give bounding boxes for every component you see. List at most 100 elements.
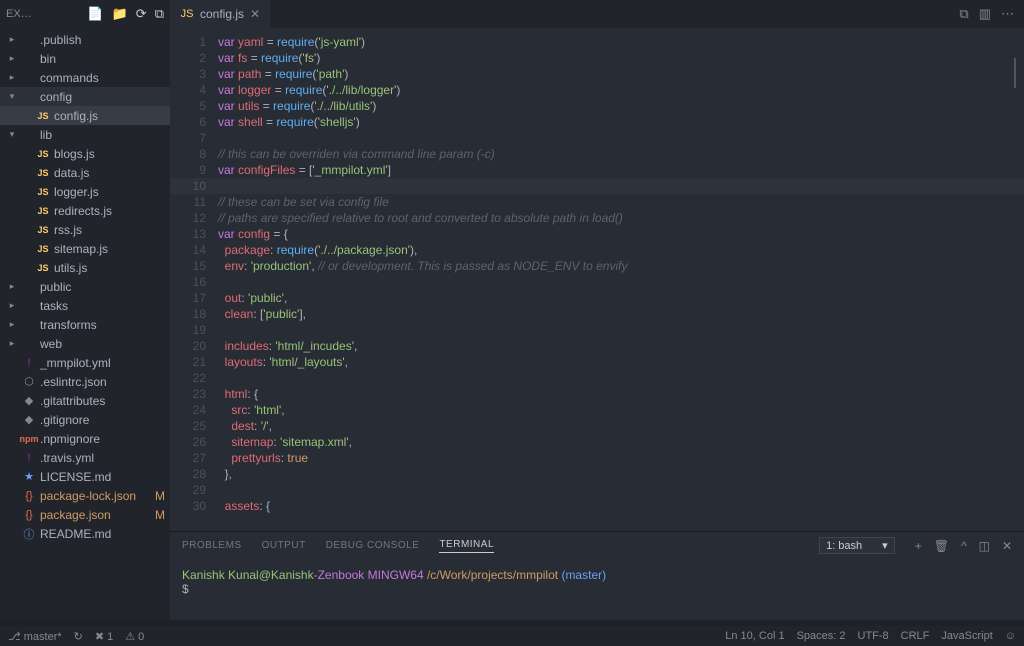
file-icon: ◆ <box>22 413 36 426</box>
cursor-position[interactable]: Ln 10, Col 1 <box>725 630 784 642</box>
file-icon: ★ <box>22 470 36 483</box>
tab-output[interactable]: OUTPUT <box>262 540 306 551</box>
new-file-icon[interactable]: 📄 <box>87 6 103 22</box>
tree-item[interactable]: ! .travis.yml <box>0 448 170 467</box>
git-status: M <box>154 508 166 522</box>
tree-label: lib <box>40 128 150 142</box>
tab-terminal[interactable]: TERMINAL <box>439 539 494 553</box>
tree-label: utils.js <box>54 261 150 275</box>
tree-item[interactable]: JS sitemap.js <box>0 239 170 258</box>
tree-label: config.js <box>54 109 150 123</box>
tree-item[interactable]: ▸bin <box>0 49 170 68</box>
more-actions-icon[interactable]: ⋯ <box>1001 6 1014 22</box>
tree-item[interactable]: ▾lib <box>0 125 170 144</box>
tree-label: web <box>40 337 150 351</box>
language-mode[interactable]: JavaScript <box>941 630 992 642</box>
tree-label: LICENSE.md <box>40 470 150 484</box>
chevron-icon: ▾ <box>6 91 18 102</box>
code-editor[interactable]: 1234567891011121314151617181920212223242… <box>170 28 1024 531</box>
tab-debug[interactable]: DEBUG CONSOLE <box>326 540 420 551</box>
file-icon: ! <box>22 452 36 464</box>
tree-item[interactable]: ▸public <box>0 277 170 296</box>
tree-label: tasks <box>40 299 150 313</box>
maximize-panel-icon[interactable]: ^ <box>961 539 967 553</box>
tree-item[interactable]: JSrss.js <box>0 220 170 239</box>
chevron-icon: ▸ <box>6 281 18 292</box>
eol[interactable]: CRLF <box>901 630 930 642</box>
close-icon[interactable]: ✕ <box>250 7 260 21</box>
tree-label: rss.js <box>54 223 150 237</box>
explorer-header: EX… 📄 📁 ⟳ ⧉ <box>0 0 170 28</box>
tree-item[interactable]: {}package.jsonM <box>0 505 170 524</box>
tree-item[interactable]: ⬡ .eslintrc.json <box>0 372 170 391</box>
tree-label: .publish <box>40 33 150 47</box>
compare-icon[interactable]: ⧉ <box>959 6 968 22</box>
tree-item[interactable]: ▾config <box>0 87 170 106</box>
git-status: M <box>154 489 166 503</box>
tree-item[interactable]: ▸ .publish <box>0 30 170 49</box>
kill-terminal-icon[interactable]: 🗑 <box>934 539 949 553</box>
git-branch[interactable]: ⎇ master* <box>8 630 62 643</box>
tree-item[interactable]: JS config.js <box>0 106 170 125</box>
tree-label: .gitignore <box>40 413 150 427</box>
line-gutter: 1234567891011121314151617181920212223242… <box>170 28 218 531</box>
tab-bar: JS config.js ✕ ⧉ ▥ ⋯ <box>170 0 1024 28</box>
feedback-icon[interactable]: ☺ <box>1005 630 1016 642</box>
tree-label: logger.js <box>54 185 150 199</box>
new-terminal-icon[interactable]: + <box>915 539 922 553</box>
terminal-panel: PROBLEMS OUTPUT DEBUG CONSOLE TERMINAL 1… <box>170 531 1024 620</box>
tree-label: package-lock.json <box>40 489 150 503</box>
tree-item[interactable]: !_mmpilot.yml <box>0 353 170 372</box>
tree-item[interactable]: JS logger.js <box>0 182 170 201</box>
terminal-body[interactable]: Kanishk Kunal@Kanishk-Zenbook MINGW64 /c… <box>170 560 1024 620</box>
tree-item[interactable]: ★ LICENSE.md <box>0 467 170 486</box>
tree-item[interactable]: JSdata.js <box>0 163 170 182</box>
chevron-icon: ▸ <box>6 300 18 311</box>
chevron-icon: ▸ <box>6 53 18 64</box>
file-icon: JS <box>36 149 50 159</box>
file-icon: npm <box>22 434 36 444</box>
split-terminal-icon[interactable]: ◫ <box>979 539 990 553</box>
tree-item[interactable]: {} package-lock.json M <box>0 486 170 505</box>
tree-item[interactable]: ▸ tasks <box>0 296 170 315</box>
tree-item[interactable]: JSutils.js <box>0 258 170 277</box>
file-icon: JS <box>36 187 50 197</box>
tree-item[interactable]: ◆.gitattributes <box>0 391 170 410</box>
split-editor-icon[interactable]: ▥ <box>979 6 991 22</box>
tree-item[interactable]: ▸commands <box>0 68 170 87</box>
code-content[interactable]: var yaml = require('js-yaml')var fs = re… <box>218 28 1024 531</box>
refresh-icon[interactable]: ⟳ <box>136 6 147 22</box>
errors-count[interactable]: ✖ 1 <box>95 630 113 643</box>
tab-problems[interactable]: PROBLEMS <box>182 540 242 551</box>
explorer-title: EX… <box>6 8 83 20</box>
tree-item[interactable]: ▸ web <box>0 334 170 353</box>
chevron-icon: ▸ <box>6 34 18 45</box>
tree-label: data.js <box>54 166 150 180</box>
js-file-icon: JS <box>180 8 194 20</box>
file-icon: ⬡ <box>22 375 36 388</box>
collapse-icon[interactable]: ⧉ <box>155 6 164 22</box>
file-icon: JS <box>36 111 50 121</box>
tree-label: sitemap.js <box>54 242 150 256</box>
tree-item[interactable]: JSredirects.js <box>0 201 170 220</box>
new-folder-icon[interactable]: 📁 <box>112 6 128 22</box>
tree-item[interactable]: ⓘREADME.md <box>0 524 170 543</box>
close-panel-icon[interactable]: ✕ <box>1002 539 1012 553</box>
file-icon: JS <box>36 244 50 254</box>
tree-item[interactable]: ◆ .gitignore <box>0 410 170 429</box>
tree-label: .eslintrc.json <box>40 375 150 389</box>
minimap-scroll[interactable] <box>1014 58 1016 88</box>
sync-icon[interactable]: ↻ <box>74 630 83 643</box>
tab-config-js[interactable]: JS config.js ✕ <box>170 0 270 28</box>
terminal-selector[interactable]: 1: bash▾ <box>819 537 895 554</box>
tree-item[interactable]: npm.npmignore <box>0 429 170 448</box>
tree-item[interactable]: ▸transforms <box>0 315 170 334</box>
file-icon: {} <box>22 490 36 502</box>
warnings-count[interactable]: ⚠ 0 <box>125 630 144 643</box>
tree-label: .travis.yml <box>40 451 150 465</box>
encoding[interactable]: UTF-8 <box>858 630 889 642</box>
chevron-icon: ▸ <box>6 338 18 349</box>
editor-area: JS config.js ✕ ⧉ ▥ ⋯ 1234567891011121314… <box>170 0 1024 620</box>
indentation[interactable]: Spaces: 2 <box>797 630 846 642</box>
tree-item[interactable]: JSblogs.js <box>0 144 170 163</box>
